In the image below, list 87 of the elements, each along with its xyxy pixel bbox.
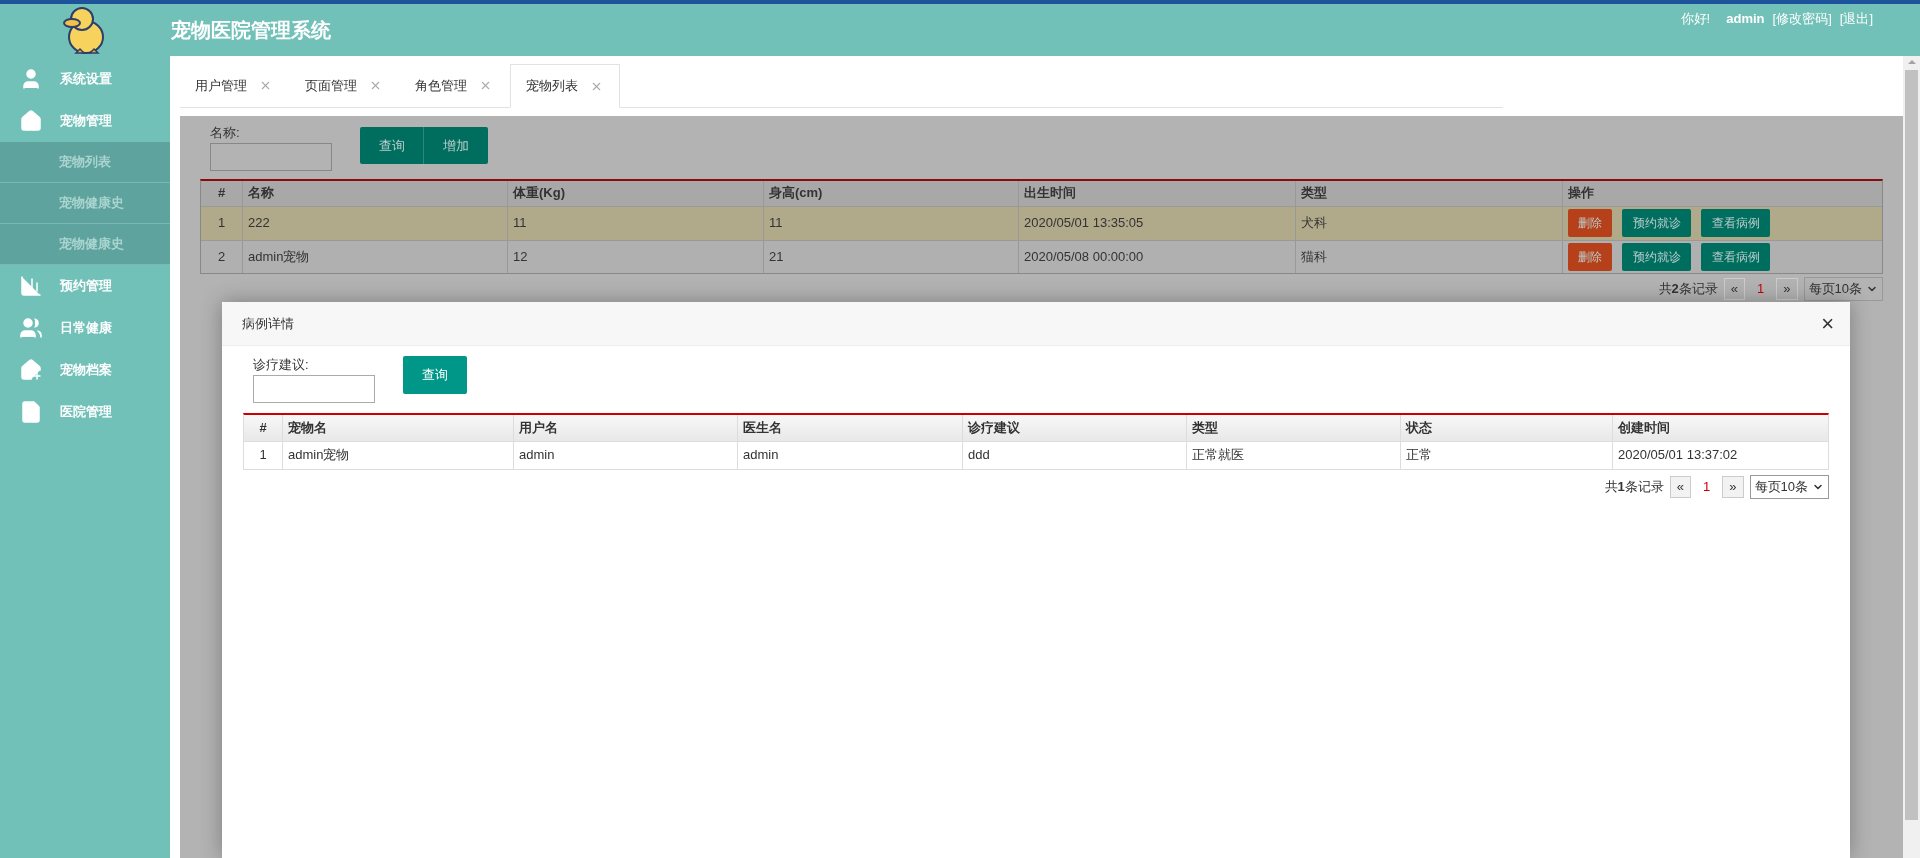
close-icon[interactable]	[369, 79, 382, 92]
user-name: admin	[1726, 10, 1765, 29]
action-button[interactable]: 查看病例	[1701, 242, 1770, 271]
action-button[interactable]: 预约就诊	[1622, 242, 1691, 271]
field-label: 诊疗建议:	[253, 356, 310, 374]
table-cell: ddd	[963, 441, 1187, 469]
column-header: #	[244, 414, 283, 441]
app-title: 宠物医院管理系统	[171, 18, 331, 43]
table-cell: 正常	[1401, 441, 1613, 469]
table-cell: 12	[508, 240, 764, 273]
column-header: 诊疗建议	[963, 414, 1187, 441]
table-cell: 1	[244, 441, 283, 469]
column-header: 宠物名	[283, 414, 514, 441]
dialog-title: 病例详情	[242, 314, 294, 333]
table-cell: admin	[514, 441, 738, 469]
column-header: 体重(Kg)	[508, 180, 764, 206]
column-header: 名称	[243, 180, 508, 206]
field-label: 名称:	[210, 124, 241, 142]
table-cell-text: 2020/05/01 13:37:02	[1617, 446, 1739, 465]
header-link[interactable]: [退出]	[1839, 9, 1873, 29]
toolbar-button[interactable]: 增加	[424, 127, 488, 164]
table-cell: 11	[508, 206, 764, 240]
column-header: 状态	[1401, 414, 1613, 441]
column-header: 类型	[1187, 414, 1401, 441]
house-icon	[19, 358, 43, 382]
previous-page-button[interactable]: «	[1723, 277, 1746, 300]
table-cell: 犬科	[1296, 206, 1563, 240]
close-icon[interactable]	[479, 79, 492, 92]
name-input-field[interactable]	[210, 142, 332, 171]
table-row[interactable]: 2 admin宠物 12 21 2020/05/08 00:00:00 猫科 删除 预约就诊 查看病例	[201, 239, 1882, 273]
action-button[interactable]: 查看病例	[1701, 209, 1770, 237]
column-header: #	[201, 180, 243, 206]
sidebar-item[interactable]: 宠物档案	[0, 349, 170, 391]
previous-page-button[interactable]: «	[1669, 475, 1692, 498]
people-icon	[19, 316, 43, 340]
next-page-button[interactable]: »	[1776, 277, 1798, 300]
sidebar-item[interactable]: 预约管理	[0, 265, 170, 307]
table-cell: 222	[243, 206, 508, 240]
column-header: 身高(cm)	[764, 180, 1019, 206]
current-page[interactable]: 1	[1751, 278, 1771, 299]
table-cell: 正常就医	[1187, 441, 1401, 469]
tab[interactable]: 角色管理	[400, 64, 510, 107]
scrollbar-thumb[interactable]	[1905, 70, 1918, 820]
table-cell: admin宠物	[283, 441, 514, 469]
page-size-select[interactable]: 每页10条	[1803, 276, 1883, 301]
column-header: 出生时间	[1019, 180, 1296, 206]
action-button[interactable]: 删除	[1568, 242, 1612, 271]
record-count: 共1条记录	[1604, 477, 1664, 496]
next-page-button[interactable]: »	[1722, 475, 1744, 498]
tab[interactable]: 用户管理	[180, 64, 290, 107]
document-icon	[19, 400, 43, 424]
table-cell: 猫科	[1296, 240, 1563, 273]
table-cell: admin	[738, 441, 963, 469]
table-cell: 1	[201, 206, 243, 240]
search-button[interactable]: 查询	[403, 356, 467, 394]
close-button[interactable]: ×	[1821, 312, 1834, 335]
close-icon[interactable]	[259, 79, 272, 92]
toolbar-button[interactable]: 查询	[360, 127, 424, 164]
header-link[interactable]: [修改密码]	[1772, 9, 1832, 29]
action-button[interactable]: 预约就诊	[1622, 209, 1691, 237]
sidebar-item[interactable]: 宠物管理	[0, 100, 170, 142]
column-header: 用户名	[514, 414, 738, 441]
greeting: 你好!	[1680, 10, 1711, 29]
sidebar-item[interactable]: 日常健康	[0, 307, 170, 349]
table-cell: 11	[764, 206, 1019, 240]
table-cell: admin宠物	[243, 240, 508, 273]
tab[interactable]: 页面管理	[290, 64, 400, 107]
scrollbar[interactable]	[1903, 56, 1920, 858]
advice-input-field[interactable]	[253, 374, 375, 403]
current-page[interactable]: 1	[1697, 476, 1717, 497]
record-count: 共2条记录	[1658, 279, 1718, 298]
table-cell: 21	[764, 240, 1019, 273]
table-cell: 2020/05/08 00:00:00	[1019, 240, 1296, 273]
scroll-up-icon[interactable]	[1907, 60, 1916, 64]
page-size-select[interactable]: 每页10条	[1749, 474, 1829, 499]
column-header: 类型	[1296, 180, 1563, 206]
tab[interactable]: 宠物列表	[510, 64, 620, 108]
column-header: 操作	[1567, 184, 1595, 203]
sidebar-item[interactable]: 医院管理	[0, 391, 170, 433]
home-icon	[19, 109, 43, 133]
table-row[interactable]: 1 222 11 11 2020/05/01 13:35:05 犬科 删除 预约就诊 查看病例	[201, 206, 1882, 240]
action-button[interactable]: 删除	[1568, 209, 1612, 237]
sidebar-item[interactable]: 系统设置	[0, 58, 170, 100]
table-cell: 2	[201, 240, 243, 273]
table-cell: 2020/05/01 13:35:05	[1019, 206, 1296, 240]
column-header: 医生名	[738, 414, 963, 441]
column-header: 创建时间	[1617, 418, 1671, 437]
